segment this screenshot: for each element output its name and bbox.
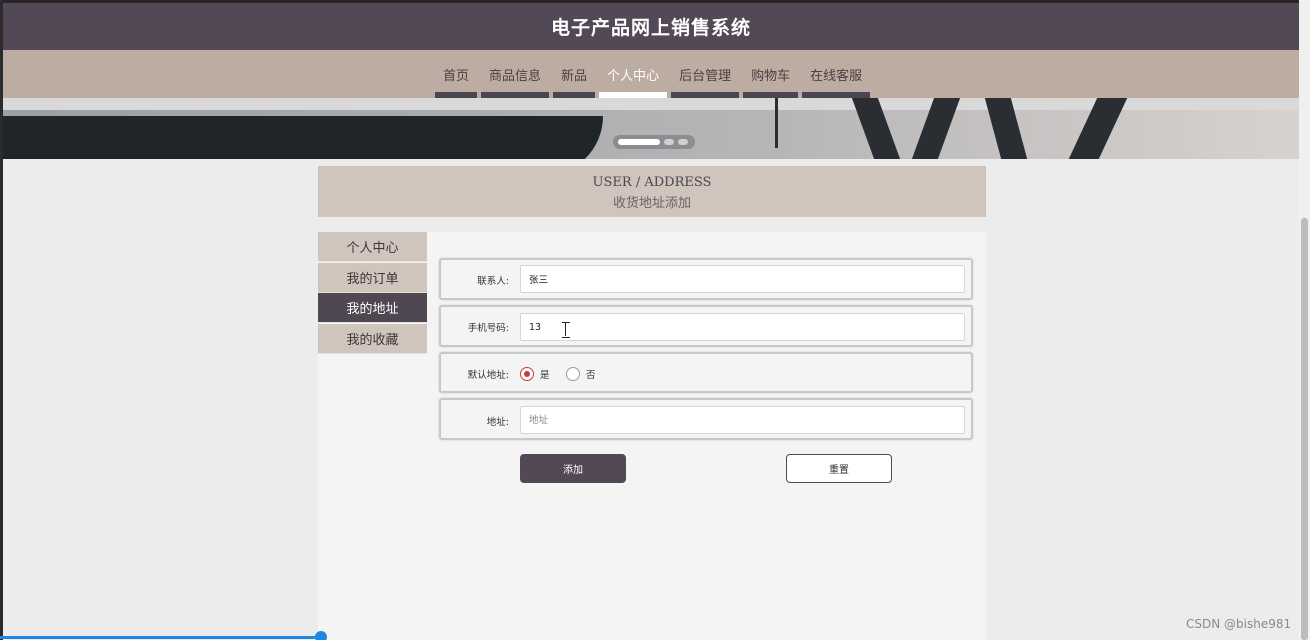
- watermark: CSDN @bishe981: [1186, 617, 1292, 631]
- nav-item-support[interactable]: 在线客服: [800, 50, 872, 98]
- nav-item-new[interactable]: 新品: [551, 50, 597, 98]
- nav-item-user-center[interactable]: 个人中心: [597, 50, 669, 98]
- section-title-en: USER / ADDRESS: [592, 175, 712, 190]
- nav-item-home[interactable]: 首页: [433, 50, 479, 98]
- section-title-cn: 收货地址添加: [612, 196, 691, 211]
- sidebar-item-user-center[interactable]: 个人中心: [318, 232, 427, 262]
- radio-unchecked-icon[interactable]: [566, 367, 580, 381]
- sidebar-menu: 个人中心 我的订单 我的地址 我的收藏: [318, 232, 427, 354]
- site-title: 电子产品网上销售系统: [550, 17, 751, 39]
- text-cursor-icon: [562, 322, 570, 338]
- scrollbar-thumb[interactable]: [1301, 218, 1308, 640]
- radio-default-no[interactable]: 否: [566, 367, 596, 381]
- sidebar-item-addresses[interactable]: 我的地址: [318, 293, 427, 323]
- form-row-phone: 手机号码:: [439, 305, 973, 347]
- radio-default-yes[interactable]: 是: [520, 367, 550, 381]
- phone-input[interactable]: [520, 313, 965, 341]
- radio-yes-label: 是: [540, 370, 550, 381]
- radio-no-label: 否: [586, 370, 596, 381]
- banner-image-chair: [3, 116, 603, 159]
- radio-checked-icon[interactable]: [520, 367, 534, 381]
- progress-knob: [315, 631, 327, 640]
- address-label: 地址:: [486, 417, 509, 428]
- reset-button[interactable]: 重置: [786, 454, 892, 483]
- nav-item-cart[interactable]: 购物车: [741, 50, 800, 98]
- form-row-contact: 联系人:: [439, 258, 973, 300]
- default-address-label: 默认地址:: [467, 370, 509, 381]
- carousel-dot-2[interactable]: [664, 139, 674, 145]
- add-button[interactable]: 添加: [520, 454, 626, 483]
- form-row-address: 地址:: [439, 398, 973, 440]
- contact-label: 联系人:: [477, 276, 509, 287]
- address-input[interactable]: [520, 406, 965, 434]
- page-scrollbar[interactable]: [1299, 0, 1310, 640]
- nav-item-products[interactable]: 商品信息: [479, 50, 551, 98]
- carousel-dot-3[interactable]: [678, 139, 688, 145]
- section-header: USER / ADDRESS 收货地址添加: [318, 166, 986, 217]
- sidebar-item-orders[interactable]: 我的订单: [318, 262, 427, 293]
- page-load-progress: [0, 636, 322, 639]
- sidebar-item-favorites[interactable]: 我的收藏: [318, 323, 427, 354]
- form-row-default-address: 默认地址: 是 否: [439, 352, 973, 393]
- contact-input[interactable]: [520, 265, 965, 293]
- carousel-dot-1[interactable]: [618, 139, 660, 145]
- banner-carousel: [3, 98, 1299, 159]
- nav-item-admin[interactable]: 后台管理: [669, 50, 741, 98]
- main-nav: 首页 商品信息 新品 个人中心 后台管理 购物车 在线客服: [3, 50, 1299, 98]
- carousel-indicators: [613, 135, 695, 149]
- phone-label: 手机号码:: [467, 323, 509, 334]
- site-title-bar: 电子产品网上销售系统: [3, 3, 1299, 50]
